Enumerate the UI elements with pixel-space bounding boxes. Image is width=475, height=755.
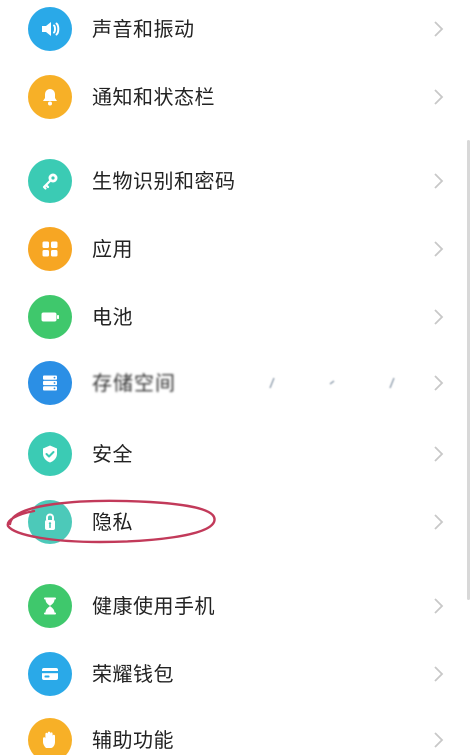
bell-icon — [28, 75, 72, 119]
speaker-icon — [28, 7, 72, 51]
chevron-right-icon — [430, 371, 446, 395]
settings-item-label: 荣耀钱包 — [92, 662, 174, 686]
shield-check-icon — [28, 432, 72, 476]
apps-grid-icon — [28, 227, 72, 271]
chevron-right-icon — [430, 442, 446, 466]
key-icon — [28, 159, 72, 203]
chevron-right-icon — [430, 594, 446, 618]
settings-item-biometrics-password[interactable]: 生物识别和密码 — [0, 147, 475, 215]
chevron-right-icon — [430, 85, 446, 109]
settings-item-label: 通知和状态栏 — [92, 85, 215, 109]
settings-screen: 声音和振动 通知和状态栏 生物识别和密码 应用 电池 存储空间 安全 隐私 健康… — [0, 0, 475, 755]
privacy-lock-icon — [28, 500, 72, 544]
chevron-right-icon — [430, 510, 446, 534]
chevron-right-icon — [430, 662, 446, 686]
settings-item-wallet[interactable]: 荣耀钱包 — [0, 640, 475, 708]
settings-item-label: 安全 — [92, 442, 133, 466]
wallet-icon — [28, 652, 72, 696]
settings-item-digital-balance[interactable]: 健康使用手机 — [0, 572, 475, 640]
settings-item-apps[interactable]: 应用 — [0, 215, 475, 283]
settings-item-privacy[interactable]: 隐私 — [0, 488, 475, 556]
settings-item-label: 隐私 — [92, 510, 133, 534]
settings-item-sound-vibration[interactable]: 声音和振动 — [0, 0, 475, 63]
scrollbar[interactable] — [467, 140, 470, 600]
settings-item-label: 声音和振动 — [92, 17, 195, 41]
battery-icon — [28, 295, 72, 339]
settings-item-label: 应用 — [92, 237, 133, 261]
chevron-right-icon — [430, 237, 446, 261]
settings-item-label: 健康使用手机 — [92, 594, 215, 618]
settings-item-accessibility[interactable]: 辅助功能 — [0, 706, 475, 755]
chevron-right-icon — [430, 728, 446, 752]
chevron-right-icon — [430, 17, 446, 41]
settings-item-security[interactable]: 安全 — [0, 420, 475, 488]
blur-artifacts — [269, 377, 395, 389]
hourglass-icon — [28, 584, 72, 628]
settings-item-label: 电池 — [92, 305, 133, 329]
storage-icon — [28, 361, 72, 405]
settings-item-label: 辅助功能 — [92, 728, 174, 752]
chevron-right-icon — [430, 305, 446, 329]
settings-item-label: 生物识别和密码 — [92, 169, 236, 193]
settings-item-notifications[interactable]: 通知和状态栏 — [0, 63, 475, 131]
hand-icon — [28, 718, 72, 755]
chevron-right-icon — [430, 169, 446, 193]
settings-item-label: 存储空间 — [92, 371, 176, 395]
settings-item-battery[interactable]: 电池 — [0, 283, 475, 351]
